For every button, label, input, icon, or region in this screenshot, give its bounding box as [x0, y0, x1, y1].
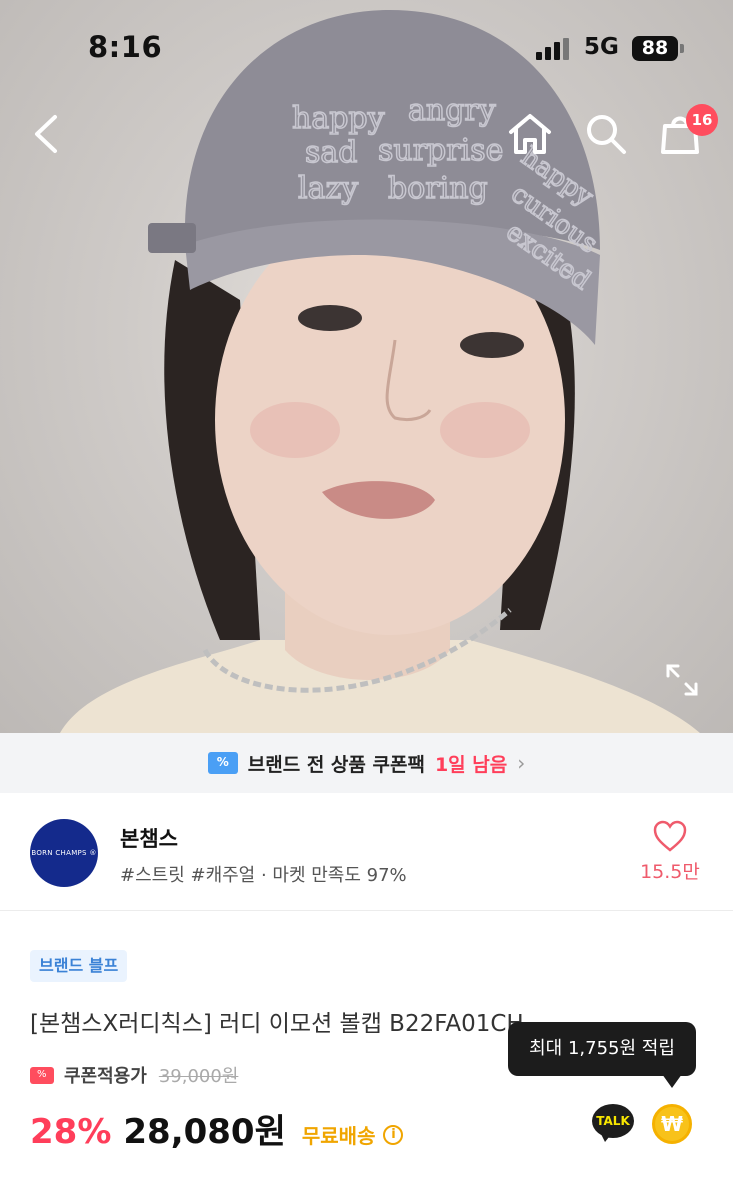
- tooltip-tail: [662, 1074, 682, 1088]
- battery-icon: 88: [632, 36, 678, 61]
- coupon-price-row: 쿠폰적용가 39,000원: [30, 1062, 238, 1088]
- coupon-remaining: 1일 남음: [434, 753, 508, 776]
- cap-embroidery-text: lazy: [298, 171, 358, 206]
- cap-embroidery-text: surprise: [378, 133, 503, 168]
- store-tags: #스트릿 #캐주얼 · 마켓 만족도 97%: [120, 865, 407, 886]
- talk-icon: TALK: [592, 1104, 634, 1138]
- battery-nub: [680, 44, 684, 53]
- discount-rate: 28%: [30, 1112, 112, 1152]
- status-time: 8:16: [88, 30, 163, 64]
- cap-embroidery-text: sad: [305, 135, 358, 170]
- coupon-banner-text: 브랜드 전 상품 쿠폰팩: [247, 753, 425, 776]
- cap-embroidery-text: boring: [388, 171, 488, 206]
- home-icon: [509, 114, 551, 154]
- chevron-left-icon: [35, 115, 57, 153]
- info-icon[interactable]: i: [383, 1124, 404, 1145]
- free-shipping-label: 무료배송 i: [302, 1120, 404, 1149]
- coupon-ticket-icon: [207, 752, 238, 774]
- store-info-row[interactable]: BORN CHAMPS ® 본챔스 #스트릿 #캐주얼 · 마켓 만족도 97%…: [0, 793, 733, 911]
- coupon-pack-banner[interactable]: 브랜드 전 상품 쿠폰팩 1일 남음 ›: [0, 733, 733, 793]
- kakao-talk-button[interactable]: TALK: [592, 1104, 634, 1144]
- store-name[interactable]: 본챔스: [120, 823, 178, 853]
- original-price: 39,000원: [158, 1066, 239, 1087]
- coupon-price-label: 쿠폰적용가: [64, 1066, 147, 1087]
- final-price: 28,080원: [123, 1112, 286, 1152]
- reward-coin-button[interactable]: ₩: [652, 1104, 692, 1144]
- promo-badge: 브랜드 블프: [30, 950, 128, 982]
- talk-bubble-tail: [600, 1132, 613, 1142]
- search-button[interactable]: [580, 108, 632, 160]
- search-icon: [587, 115, 626, 154]
- store-logo[interactable]: BORN CHAMPS ®: [30, 819, 98, 887]
- cap-embroidery-text: happy: [292, 101, 385, 136]
- reward-tooltip: 최대 1,755원 적립: [508, 1022, 696, 1076]
- signal-icon: [536, 38, 572, 60]
- home-button[interactable]: [504, 108, 556, 160]
- price-row: 28% 28,080원 무료배송 i: [30, 1104, 404, 1153]
- chevron-right-icon: ›: [517, 751, 526, 775]
- like-count: 15.5만: [640, 861, 700, 883]
- fullscreen-button[interactable]: [662, 660, 702, 700]
- coupon-icon: [30, 1066, 54, 1084]
- status-bar: 8:16 5G 88: [0, 0, 733, 100]
- network-type: 5G: [584, 34, 619, 60]
- expand-icon: [666, 664, 698, 696]
- cart-count-badge: 16: [686, 104, 718, 136]
- heart-icon[interactable]: [652, 819, 688, 853]
- shipping-text: 무료배송: [301, 1124, 376, 1148]
- product-title: [본챔스X러디칙스] 러디 이모션 볼캡 B22FA01CH: [30, 1011, 524, 1037]
- back-button[interactable]: [20, 108, 72, 160]
